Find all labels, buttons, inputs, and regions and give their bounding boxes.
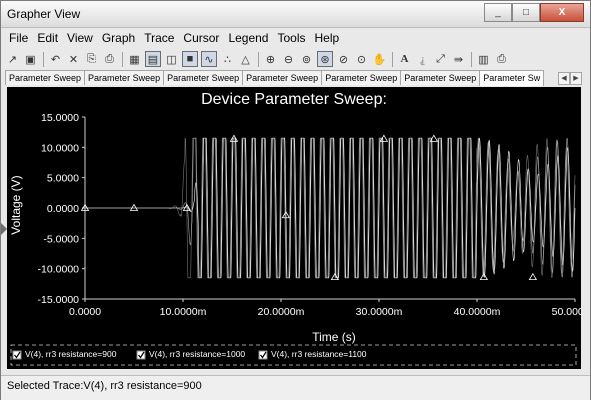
window-title: Grapher View — [7, 7, 81, 21]
zoom-x-icon[interactable]: ⊘ — [336, 52, 351, 67]
menu-graph[interactable]: Graph — [102, 29, 135, 47]
x-tick-label: 0.0000 — [69, 306, 101, 318]
menu-legend[interactable]: Legend — [228, 29, 268, 47]
show-lines-icon[interactable]: ∿ — [201, 51, 217, 67]
x-tick-label: 50.0000m — [552, 306, 581, 318]
toggle-grid-icon[interactable]: ▤ — [145, 51, 161, 67]
paste-icon[interactable]: ⎙ — [102, 52, 117, 67]
menu-edit[interactable]: Edit — [37, 29, 58, 47]
legend-label: V(4), rr3 resistance=900 — [25, 349, 117, 359]
toolbar-separator — [122, 51, 123, 67]
black-background-icon[interactable]: ■ — [182, 51, 198, 67]
tab-scroll-left-icon[interactable]: ◀ — [558, 72, 570, 85]
legend-label: V(4), rr3 resistance=1000 — [149, 349, 245, 359]
tab-parameter-sweep-4[interactable]: Parameter Sweep — [242, 70, 323, 85]
undo-icon[interactable]: ↶ — [48, 52, 63, 67]
y-tick-label: 0.0000 — [47, 203, 79, 215]
tab-scroll: ◀ ▶ — [558, 72, 582, 85]
x-tick-label: 30.0000m — [356, 306, 403, 318]
y-tick-label: -5.0000 — [43, 233, 79, 245]
zoom-in-icon[interactable]: ⊕ — [263, 52, 278, 67]
tab-parameter-sweep-1[interactable]: Parameter Sweep — [5, 70, 86, 85]
window-controls: _ □ X — [484, 3, 584, 22]
menu-cursor[interactable]: Cursor — [183, 29, 219, 47]
y-axis-label: Voltage (V) — [9, 175, 23, 234]
menu-help[interactable]: Help — [315, 29, 340, 47]
y-tick-label: -10.0000 — [38, 264, 80, 276]
menu-file[interactable]: File — [9, 29, 28, 47]
print-icon[interactable]: ⎙ — [494, 52, 509, 67]
zoom-fit-icon[interactable]: ⊛ — [317, 51, 333, 67]
text-off-icon[interactable]: ⸘ — [415, 52, 430, 67]
y-tick-label: -15.0000 — [38, 294, 80, 306]
toolbar-separator — [471, 51, 472, 67]
tab-scroll-right-icon[interactable]: ▶ — [570, 72, 582, 85]
status-bar: Selected Trace:V(4), rr3 resistance=900 — [1, 375, 590, 400]
scatter-icon[interactable]: ∴ — [220, 52, 235, 67]
tab-parameter-sweep-3[interactable]: Parameter Sweep — [163, 70, 244, 85]
tab-strip: Parameter Sweep Parameter Sweep Paramete… — [5, 70, 545, 86]
plot-area[interactable]: Device Parameter Sweep: Voltage (V) Time… — [7, 87, 581, 369]
x-tick-label: 20.0000m — [258, 306, 305, 318]
zoom-out-icon[interactable]: ⊖ — [281, 52, 296, 67]
toolbar-separator — [258, 51, 259, 67]
maximize-button[interactable]: □ — [512, 3, 540, 22]
zoom-y-icon[interactable]: ⊙ — [354, 52, 369, 67]
delete-icon[interactable]: ✕ — [66, 52, 81, 67]
text-icon[interactable]: A — [397, 52, 412, 67]
save-icon[interactable]: ▣ — [23, 52, 38, 67]
pan-icon[interactable]: ✋ — [372, 52, 387, 67]
zoom-area-icon[interactable]: ⊚ — [299, 52, 314, 67]
legend-label: V(4), rr3 resistance=1100 — [271, 349, 367, 359]
menu-tools[interactable]: Tools — [277, 29, 305, 47]
tab-parameter-sweep-2[interactable]: Parameter Sweep — [84, 70, 165, 85]
status-text: Selected Trace:V(4), rr3 resistance=900 — [7, 380, 202, 392]
trace-icon[interactable]: ⤢ — [433, 52, 448, 67]
menu-trace[interactable]: Trace — [144, 29, 174, 47]
line-markers-icon[interactable]: △ — [238, 52, 253, 67]
x-axis-label: Time (s) — [312, 330, 356, 344]
copy-icon[interactable]: ⎘ — [84, 52, 99, 67]
toolbar: ↗ ▣ ↶ ✕ ⎘ ⎙ ▦ ▤ ◫ ■ ∿ ∴ △ ⊕ ⊖ ⊚ ⊛ ⊘ ⊙ ✋ … — [5, 49, 512, 69]
menu-bar: File Edit View Graph Trace Cursor Legend… — [1, 29, 348, 47]
chart-svg[interactable]: Device Parameter Sweep: Voltage (V) Time… — [7, 87, 581, 369]
tab-parameter-sweep-7[interactable]: Parameter Sw — [479, 70, 545, 86]
y-tick-label: 10.0000 — [41, 142, 79, 154]
y-tick-label: 15.0000 — [41, 112, 79, 124]
x-tick-label: 10.0000m — [160, 306, 207, 318]
toolbar-separator — [43, 51, 44, 67]
open-icon[interactable]: ↗ — [5, 52, 20, 67]
grid-icon[interactable]: ▦ — [127, 52, 142, 67]
tab-parameter-sweep-6[interactable]: Parameter Sweep — [400, 70, 481, 85]
chart-title: Device Parameter Sweep: — [201, 91, 387, 108]
x-tick-label: 40.0000m — [454, 306, 501, 318]
export-icon[interactable]: ⇛ — [451, 52, 466, 67]
toolbar-separator — [392, 51, 393, 67]
y-tick-label: 5.0000 — [47, 173, 79, 185]
menu-view[interactable]: View — [67, 29, 93, 47]
tab-parameter-sweep-5[interactable]: Parameter Sweep — [321, 70, 402, 85]
grapher-window: Grapher View _ □ X File Edit View Graph … — [0, 0, 591, 400]
multi-axis-icon[interactable]: ◫ — [164, 52, 179, 67]
copy-graph-icon[interactable]: ▥ — [476, 52, 491, 67]
close-button[interactable]: X — [540, 3, 584, 22]
minimize-button[interactable]: _ — [484, 3, 512, 22]
title-bar[interactable]: Grapher View _ □ X — [1, 1, 590, 28]
